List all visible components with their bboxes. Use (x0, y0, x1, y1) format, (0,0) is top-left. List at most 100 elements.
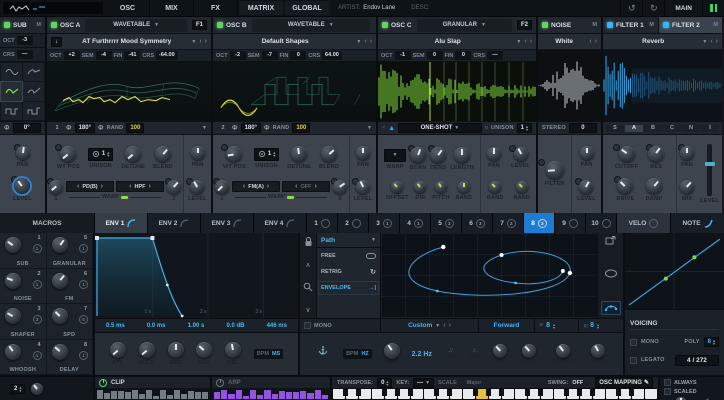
step-bar[interactable] (111, 391, 117, 399)
macro-spd[interactable]: 76SPD (47, 304, 94, 340)
ellipse-tool-icon[interactable] (604, 269, 618, 278)
tab-mix[interactable]: MIX (150, 0, 194, 16)
chevron-down-icon[interactable]: ▼ (367, 125, 372, 131)
path-tool-icon[interactable] (601, 301, 621, 315)
lfo-rate-knob[interactable]: RATE (384, 343, 400, 366)
macro-whoosh[interactable]: 41WHOOSH (0, 340, 47, 376)
piano-key-black[interactable] (434, 389, 439, 396)
filter-res-knob[interactable]: RES (648, 146, 664, 170)
warp-slider-handle[interactable] (121, 196, 128, 199)
env-atk-value[interactable]: 0.5 ms (106, 323, 125, 329)
piano-key-black[interactable] (408, 389, 413, 396)
knob[interactable] (384, 343, 400, 359)
osc-b-oct-value[interactable]: -2 (230, 51, 246, 60)
chevron-down-icon[interactable]: ▼ (202, 125, 207, 131)
step-bar[interactable] (250, 390, 256, 400)
step-bar[interactable] (118, 391, 124, 399)
osc-a-warp2-knob[interactable]: 2 (167, 180, 181, 202)
piano-key-black[interactable] (616, 389, 621, 396)
prev-preset-icon[interactable]: ‹ (199, 39, 201, 45)
osc-a-sem-value[interactable]: -4 (96, 51, 112, 60)
poly-stepper[interactable]: 8▴▾ (704, 337, 719, 347)
knob[interactable] (321, 146, 337, 162)
knob[interactable] (110, 342, 126, 358)
osc-c-scan-knob[interactable]: SCAN (410, 147, 426, 171)
sub-level-knob[interactable]: LEVEL (13, 178, 32, 202)
knob[interactable] (617, 178, 633, 194)
mono-checkbox[interactable] (630, 339, 637, 346)
lfo-host-sync[interactable]: ⚓HOST (315, 346, 331, 362)
prev-preset-icon[interactable]: ‹ (589, 39, 591, 45)
env1-display[interactable]: 1 s2 s3 s (95, 233, 298, 318)
tab-note[interactable]: NOTE (671, 213, 724, 233)
chevron-down-icon[interactable]: ▼ (191, 39, 196, 45)
osc-b-warp-slider[interactable]: WARP (235, 194, 327, 200)
knob[interactable] (546, 161, 564, 179)
filter-1-mute[interactable]: M (649, 22, 654, 28)
sub-phase-value[interactable]: 0° (13, 123, 41, 133)
knob[interactable] (5, 308, 21, 324)
macro-fm[interactable]: 61FM (47, 269, 94, 305)
lfo-dotted-toggle[interactable]: ♪.DOT (469, 347, 481, 361)
piano-key-white[interactable] (359, 389, 371, 399)
knob[interactable] (155, 146, 171, 162)
env-atk-knob[interactable]: ATK (110, 342, 126, 366)
noise-stereo-value[interactable]: 0 (569, 123, 597, 133)
prev-icon[interactable]: ‹ (243, 184, 245, 190)
stepper-icon[interactable]: ▴▾ (107, 151, 109, 157)
knob[interactable] (60, 146, 76, 162)
lock-icon[interactable] (304, 237, 313, 247)
wavetable-import-icon[interactable]: ↓ (51, 37, 62, 47)
macro-delay[interactable]: 81DELAY (47, 340, 94, 376)
osc-a-wavetable-display[interactable] (47, 62, 211, 121)
next-icon[interactable]: › (149, 184, 151, 190)
tab-lfo-1[interactable]: 1 (307, 213, 338, 233)
osc-c-filter-route[interactable]: F2 (517, 20, 532, 30)
osc-a-filter-route[interactable]: F1 (192, 20, 207, 30)
osc-c-pan-rand-knob[interactable]: RAND (487, 181, 504, 201)
lfo-grid-cols-stepper[interactable]: ≡8▴▾ (579, 319, 623, 332)
knob[interactable] (52, 308, 68, 324)
knob[interactable] (49, 180, 63, 194)
knob[interactable] (356, 146, 370, 160)
lfo-smooth-knob[interactable]: SMOOTH (551, 344, 576, 365)
osc-c-mode-dropdown[interactable]: GRANULAR▼ (417, 19, 512, 32)
step-bar[interactable] (167, 395, 173, 399)
knob[interactable] (226, 146, 242, 162)
tab-lfo-2[interactable]: 2 (338, 213, 369, 233)
osc-b-level-knob[interactable]: LEVEL (354, 180, 373, 202)
artist-field[interactable]: ARTIST:Endov Lane (330, 0, 403, 16)
osc-a-oct-value[interactable]: +2 (64, 51, 80, 60)
step-bar[interactable] (146, 390, 152, 399)
step-bar[interactable] (228, 394, 234, 399)
arp-power-button[interactable] (216, 379, 224, 387)
osc-b-frame-number[interactable]: 2 (217, 125, 229, 131)
main-menu-button[interactable]: MAIN (664, 0, 702, 16)
osc-c-pan-knob[interactable]: PAN (487, 147, 501, 169)
prev-icon[interactable]: ‹ (443, 323, 445, 329)
lfo-direction-dropdown[interactable]: Forward (479, 319, 535, 332)
lfo-phase-knob[interactable]: PHASE (588, 344, 608, 365)
osc-b-unison-control[interactable]: 1▴▾UNISON (254, 148, 279, 169)
next-icon[interactable]: › (449, 323, 451, 329)
clear-sample-icon[interactable]: × (382, 125, 385, 131)
tab-matrix[interactable]: MATRIX (239, 1, 283, 15)
step-bar[interactable] (315, 390, 321, 399)
filter-1-led[interactable] (607, 22, 613, 28)
lfo-mode-free[interactable]: FREE (317, 248, 380, 264)
osc-a-phase-value[interactable]: 180° (75, 123, 95, 133)
knob[interactable] (5, 273, 21, 289)
tab-fx[interactable]: FX (194, 0, 238, 16)
osc-a-frame-number[interactable]: 1 (51, 125, 63, 131)
knob[interactable] (514, 147, 528, 161)
prev-preset-icon[interactable]: ‹ (364, 39, 366, 45)
stepper-icon[interactable]: ▴▾ (386, 380, 388, 386)
osc-a-warp-x-selector[interactable]: ‹PD(B)› (66, 181, 114, 192)
sub-shape-pulse[interactable] (23, 102, 44, 120)
knob[interactable] (168, 342, 184, 358)
knob[interactable] (522, 344, 536, 358)
osc-c-offset-knob[interactable]: OFFSET (386, 181, 409, 201)
osc-c-playmode-dropdown[interactable]: ONE-SHOT▼ (398, 123, 482, 133)
osc-b-fin-value[interactable]: 0 (290, 51, 306, 60)
transpose-stepper[interactable]: 0▴▾ (377, 378, 392, 388)
